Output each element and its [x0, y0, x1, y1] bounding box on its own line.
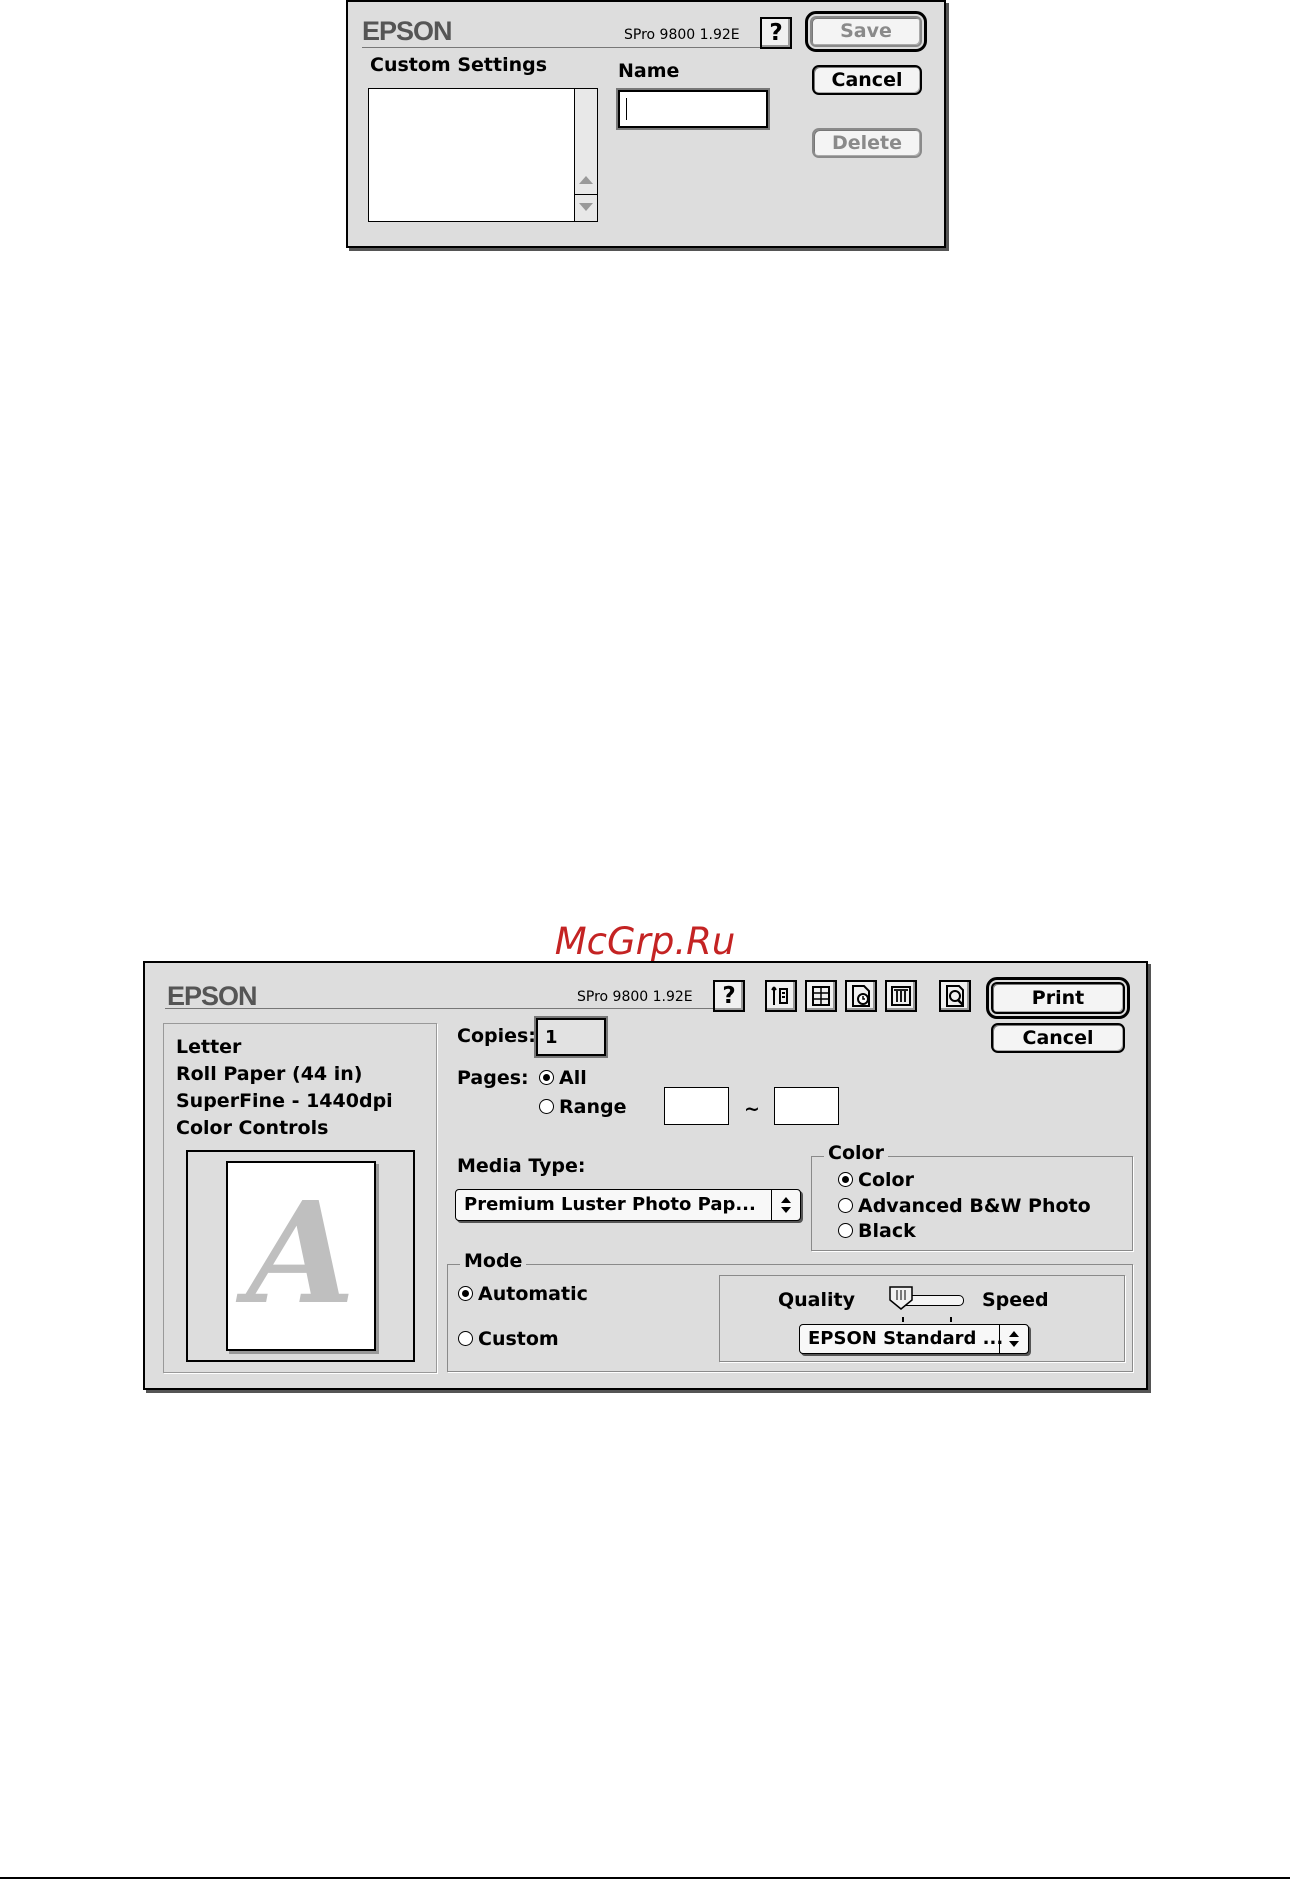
color-group: Color Color Advanced B&W Photo Black — [811, 1142, 1133, 1251]
page-footer-rule — [0, 1877, 1290, 1879]
cancel-button[interactable]: Cancel — [991, 1023, 1125, 1053]
radio-selected-icon[interactable] — [539, 1070, 554, 1085]
radio-selected-icon[interactable] — [838, 1172, 853, 1187]
range-separator: ~ — [744, 1098, 760, 1120]
media-type-value: Premium Luster Photo Pap... — [464, 1194, 756, 1215]
mode-custom-label: Custom — [478, 1328, 559, 1350]
color-option-label: Black — [858, 1220, 916, 1242]
watermark-text: McGrp.Ru — [554, 920, 736, 963]
page-preview-frame: A — [186, 1150, 415, 1362]
copies-value: 1 — [545, 1027, 558, 1048]
driver-version: SPro 9800 1.92E — [577, 989, 693, 1005]
summary-color-mode: Color Controls — [176, 1117, 329, 1139]
pages-range-label: Range — [559, 1096, 627, 1118]
copies-label: Copies: — [457, 1025, 536, 1047]
radio-unselected-icon[interactable] — [539, 1099, 554, 1114]
print-dialog: EPSON SPro 9800 1.92E ? Print Cancel Let… — [143, 961, 1148, 1390]
speed-label: Speed — [982, 1289, 1049, 1311]
custom-settings-dialog: EPSON SPro 9800 1.92E ? Save Cancel Dele… — [346, 0, 946, 248]
preview-letter: A — [246, 1172, 356, 1336]
popup-arrows-icon — [771, 1190, 800, 1220]
media-type-label: Media Type: — [457, 1155, 586, 1177]
header-divider — [165, 1008, 727, 1009]
scroll-down-arrow-icon[interactable] — [579, 203, 593, 211]
summary-paper-source: Roll Paper (44 in) — [176, 1063, 363, 1085]
slider-tick — [950, 1317, 952, 1322]
epson-logo: EPSON — [362, 16, 453, 46]
list-scrollbar[interactable] — [574, 89, 597, 221]
pages-label: Pages: — [457, 1067, 529, 1089]
custom-settings-list[interactable] — [368, 88, 598, 222]
quality-speed-slider[interactable] — [888, 1286, 966, 1326]
color-group-title: Color — [824, 1142, 888, 1164]
cancel-button[interactable]: Cancel — [812, 65, 922, 95]
pages-range-radio[interactable]: Range — [539, 1096, 626, 1118]
header-divider — [362, 47, 762, 48]
color-option-label: Color — [858, 1169, 914, 1191]
help-button[interactable]: ? — [713, 980, 745, 1012]
range-from-field[interactable] — [664, 1087, 729, 1125]
text-cursor — [626, 98, 627, 120]
print-button[interactable]: Print — [986, 977, 1130, 1019]
mode-automatic-label: Automatic — [478, 1283, 588, 1305]
color-option-black[interactable]: Black — [838, 1220, 916, 1242]
range-to-field[interactable] — [774, 1087, 839, 1125]
name-field[interactable] — [618, 90, 768, 128]
pages-all-label: All — [559, 1067, 587, 1089]
print-monitor-icon[interactable] — [885, 980, 917, 1012]
slider-thumb-icon[interactable] — [888, 1286, 914, 1310]
scroll-up-arrow-icon[interactable] — [579, 176, 593, 184]
layout-icon[interactable] — [805, 980, 837, 1012]
copies-field[interactable]: 1 — [536, 1018, 606, 1056]
color-option-advanced-bw[interactable]: Advanced B&W Photo — [838, 1195, 1091, 1217]
color-option-color[interactable]: Color — [838, 1169, 914, 1191]
custom-settings-label: Custom Settings — [370, 54, 548, 76]
quality-preset-value: EPSON Standard ... — [808, 1328, 1004, 1349]
utility-icon[interactable] — [765, 980, 797, 1012]
scrollbar-divider — [575, 194, 597, 195]
radio-unselected-icon[interactable] — [838, 1223, 853, 1238]
mode-group-title: Mode — [460, 1250, 527, 1272]
summary-paper-size: Letter — [176, 1036, 242, 1058]
pages-all-radio[interactable]: All — [539, 1067, 587, 1089]
page-preview: A — [226, 1161, 376, 1351]
save-button[interactable]: Save — [805, 11, 927, 52]
radio-selected-icon[interactable] — [458, 1286, 473, 1301]
quality-preset-popup[interactable]: EPSON Standard ... — [799, 1324, 1029, 1354]
quality-speed-panel: Quality Speed EPSON Standard ... — [719, 1275, 1125, 1362]
media-type-popup[interactable]: Premium Luster Photo Pap... — [455, 1189, 801, 1221]
radio-unselected-icon[interactable] — [458, 1331, 473, 1346]
mode-custom-radio[interactable]: Custom — [458, 1328, 559, 1350]
mode-group: Mode Automatic Custom Quality Speed EPSO… — [447, 1250, 1133, 1372]
slider-tick — [902, 1317, 904, 1322]
mode-automatic-radio[interactable]: Automatic — [458, 1283, 588, 1305]
popup-arrows-icon — [999, 1325, 1028, 1353]
name-label: Name — [618, 60, 680, 82]
driver-version: SPro 9800 1.92E — [624, 27, 740, 43]
help-button[interactable]: ? — [760, 17, 792, 49]
radio-unselected-icon[interactable] — [838, 1198, 853, 1213]
summary-resolution: SuperFine - 1440dpi — [176, 1090, 393, 1112]
color-option-label: Advanced B&W Photo — [858, 1195, 1091, 1217]
preview-icon[interactable] — [939, 980, 971, 1012]
delete-button[interactable]: Delete — [812, 128, 922, 158]
background-print-icon[interactable] — [845, 980, 877, 1012]
quality-label: Quality — [778, 1289, 855, 1311]
settings-summary-panel: Letter Roll Paper (44 in) SuperFine - 14… — [163, 1023, 437, 1373]
